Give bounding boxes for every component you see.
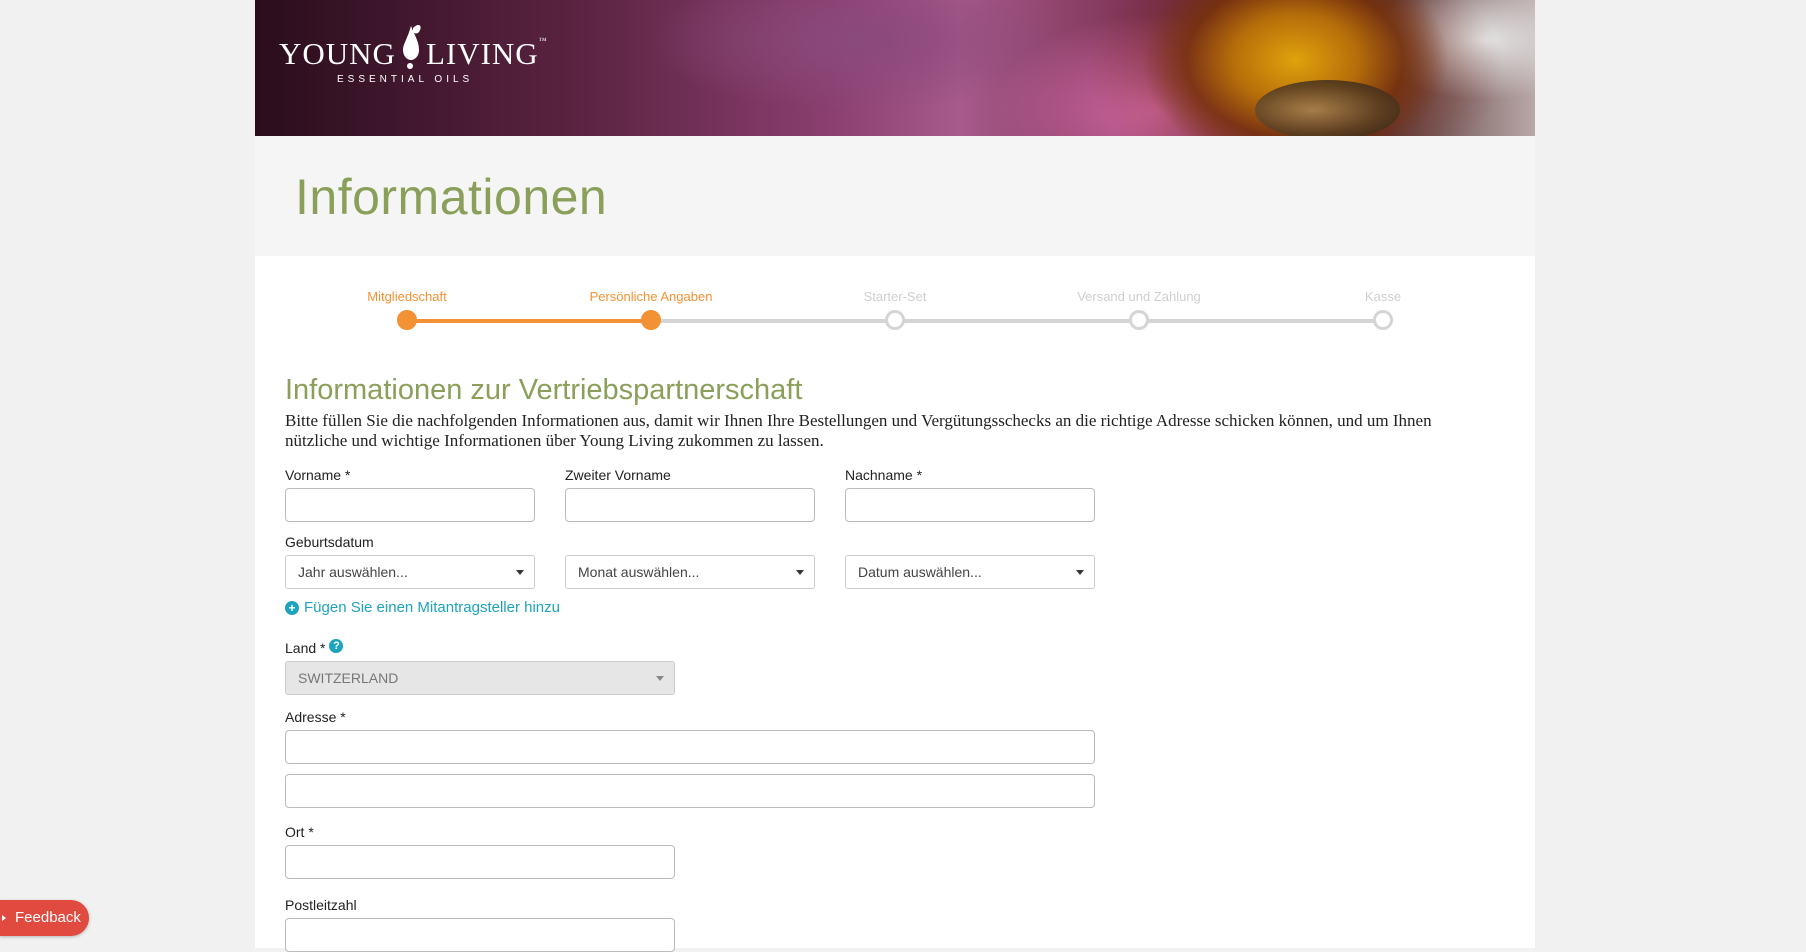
step-label: Versand und Zahlung xyxy=(1077,289,1201,304)
step-dot xyxy=(641,310,661,330)
postal-code-label: Postleitzahl xyxy=(285,897,357,913)
add-co-applicant-link[interactable]: + Fügen Sie einen Mitantragsteller hinzu xyxy=(285,599,1505,616)
feedback-button[interactable]: Feedback xyxy=(0,900,89,936)
address-group: Adresse * xyxy=(285,709,1505,808)
country-select: SWITZERLAND xyxy=(285,661,675,695)
caret-down-icon xyxy=(1076,570,1084,575)
bee-image xyxy=(1255,80,1400,136)
birth-day-value: Datum auswählen... xyxy=(858,564,982,580)
page-container: YOUNG LIVING ™ ESSENTIAL OILS Informatio… xyxy=(255,0,1535,952)
country-label: Land *? xyxy=(285,639,1505,656)
young-living-logo[interactable]: YOUNG LIVING ™ ESSENTIAL OILS xyxy=(279,20,548,85)
section-title: Informationen zur Vertriebspartnerschaft xyxy=(285,374,803,406)
caret-down-icon xyxy=(656,676,664,681)
step-dot xyxy=(397,310,417,330)
plus-circle-icon: + xyxy=(285,600,299,615)
birth-month-select[interactable]: Monat auswählen... xyxy=(565,555,815,589)
city-group: Ort * xyxy=(285,824,1505,879)
step-starter-set: Starter-Set xyxy=(795,289,995,330)
step-mitgliedschaft[interactable]: Mitgliedschaft xyxy=(307,289,507,330)
trademark: ™ xyxy=(538,36,548,45)
postal-code-input[interactable] xyxy=(285,918,675,952)
caret-down-icon xyxy=(796,570,804,575)
arrow-right-icon xyxy=(2,915,6,921)
middle-name-label: Zweiter Vorname xyxy=(565,467,671,483)
step-dot xyxy=(1373,310,1393,330)
step-persoenliche-angaben[interactable]: Persönliche Angaben xyxy=(551,289,751,330)
country-value: SWITZERLAND xyxy=(298,670,399,686)
city-label: Ort * xyxy=(285,824,314,840)
header-banner: YOUNG LIVING ™ ESSENTIAL OILS xyxy=(255,0,1535,136)
help-icon[interactable]: ? xyxy=(329,639,344,653)
country-group: Land *? SWITZERLAND xyxy=(285,639,1505,695)
first-name-label: Vorname * xyxy=(285,467,351,483)
feedback-label: Feedback xyxy=(15,909,81,926)
step-dot xyxy=(885,310,905,330)
leaf-drop-icon xyxy=(402,25,421,69)
add-co-applicant-label: Fügen Sie einen Mitantragsteller hinzu xyxy=(304,599,560,616)
birthdate-group: Geburtsdatum Jahr auswählen... Monat aus… xyxy=(285,534,1505,589)
distributor-form: Informationen zur Vertriebspartnerschaft… xyxy=(255,374,1535,952)
birthdate-label: Geburtsdatum xyxy=(285,534,374,550)
birth-year-value: Jahr auswählen... xyxy=(298,564,408,580)
last-name-input[interactable] xyxy=(845,488,1095,522)
logo-tagline: ESSENTIAL OILS xyxy=(337,74,474,85)
page-title: Informationen xyxy=(295,169,608,225)
address-line1-input[interactable] xyxy=(285,730,1095,764)
step-label: Starter-Set xyxy=(863,289,927,304)
step-dot xyxy=(1129,310,1149,330)
step-kasse: Kasse xyxy=(1283,289,1483,330)
logo-word-young: YOUNG xyxy=(279,36,396,71)
country-label-text: Land * xyxy=(285,640,326,656)
step-label: Kasse xyxy=(1364,289,1402,304)
city-input[interactable] xyxy=(285,845,675,879)
step-versand-und-zahlung: Versand und Zahlung xyxy=(1039,289,1239,330)
postal-code-group: Postleitzahl xyxy=(285,897,1505,952)
birth-year-select[interactable]: Jahr auswählen... xyxy=(285,555,535,589)
first-name-input[interactable] xyxy=(285,488,535,522)
logo-word-living: LIVING xyxy=(425,36,539,71)
birth-month-value: Monat auswählen... xyxy=(578,564,700,580)
birth-day-select[interactable]: Datum auswählen... xyxy=(845,555,1095,589)
section-intro: Bitte füllen Sie die nachfolgenden Infor… xyxy=(285,411,1432,450)
step-label: Mitgliedschaft xyxy=(367,289,447,304)
address-line2-input[interactable] xyxy=(285,774,1095,808)
title-band: Informationen xyxy=(255,136,1535,256)
name-row: Vorname * Zweiter Vorname Nachname * xyxy=(285,467,1505,522)
caret-down-icon xyxy=(516,570,524,575)
step-label: Persönliche Angaben xyxy=(589,289,713,304)
last-name-label: Nachname * xyxy=(845,467,923,483)
checkout-progress: Mitgliedschaft Persönliche Angaben Start… xyxy=(285,256,1505,366)
address-label: Adresse * xyxy=(285,709,346,725)
middle-name-input[interactable] xyxy=(565,488,815,522)
